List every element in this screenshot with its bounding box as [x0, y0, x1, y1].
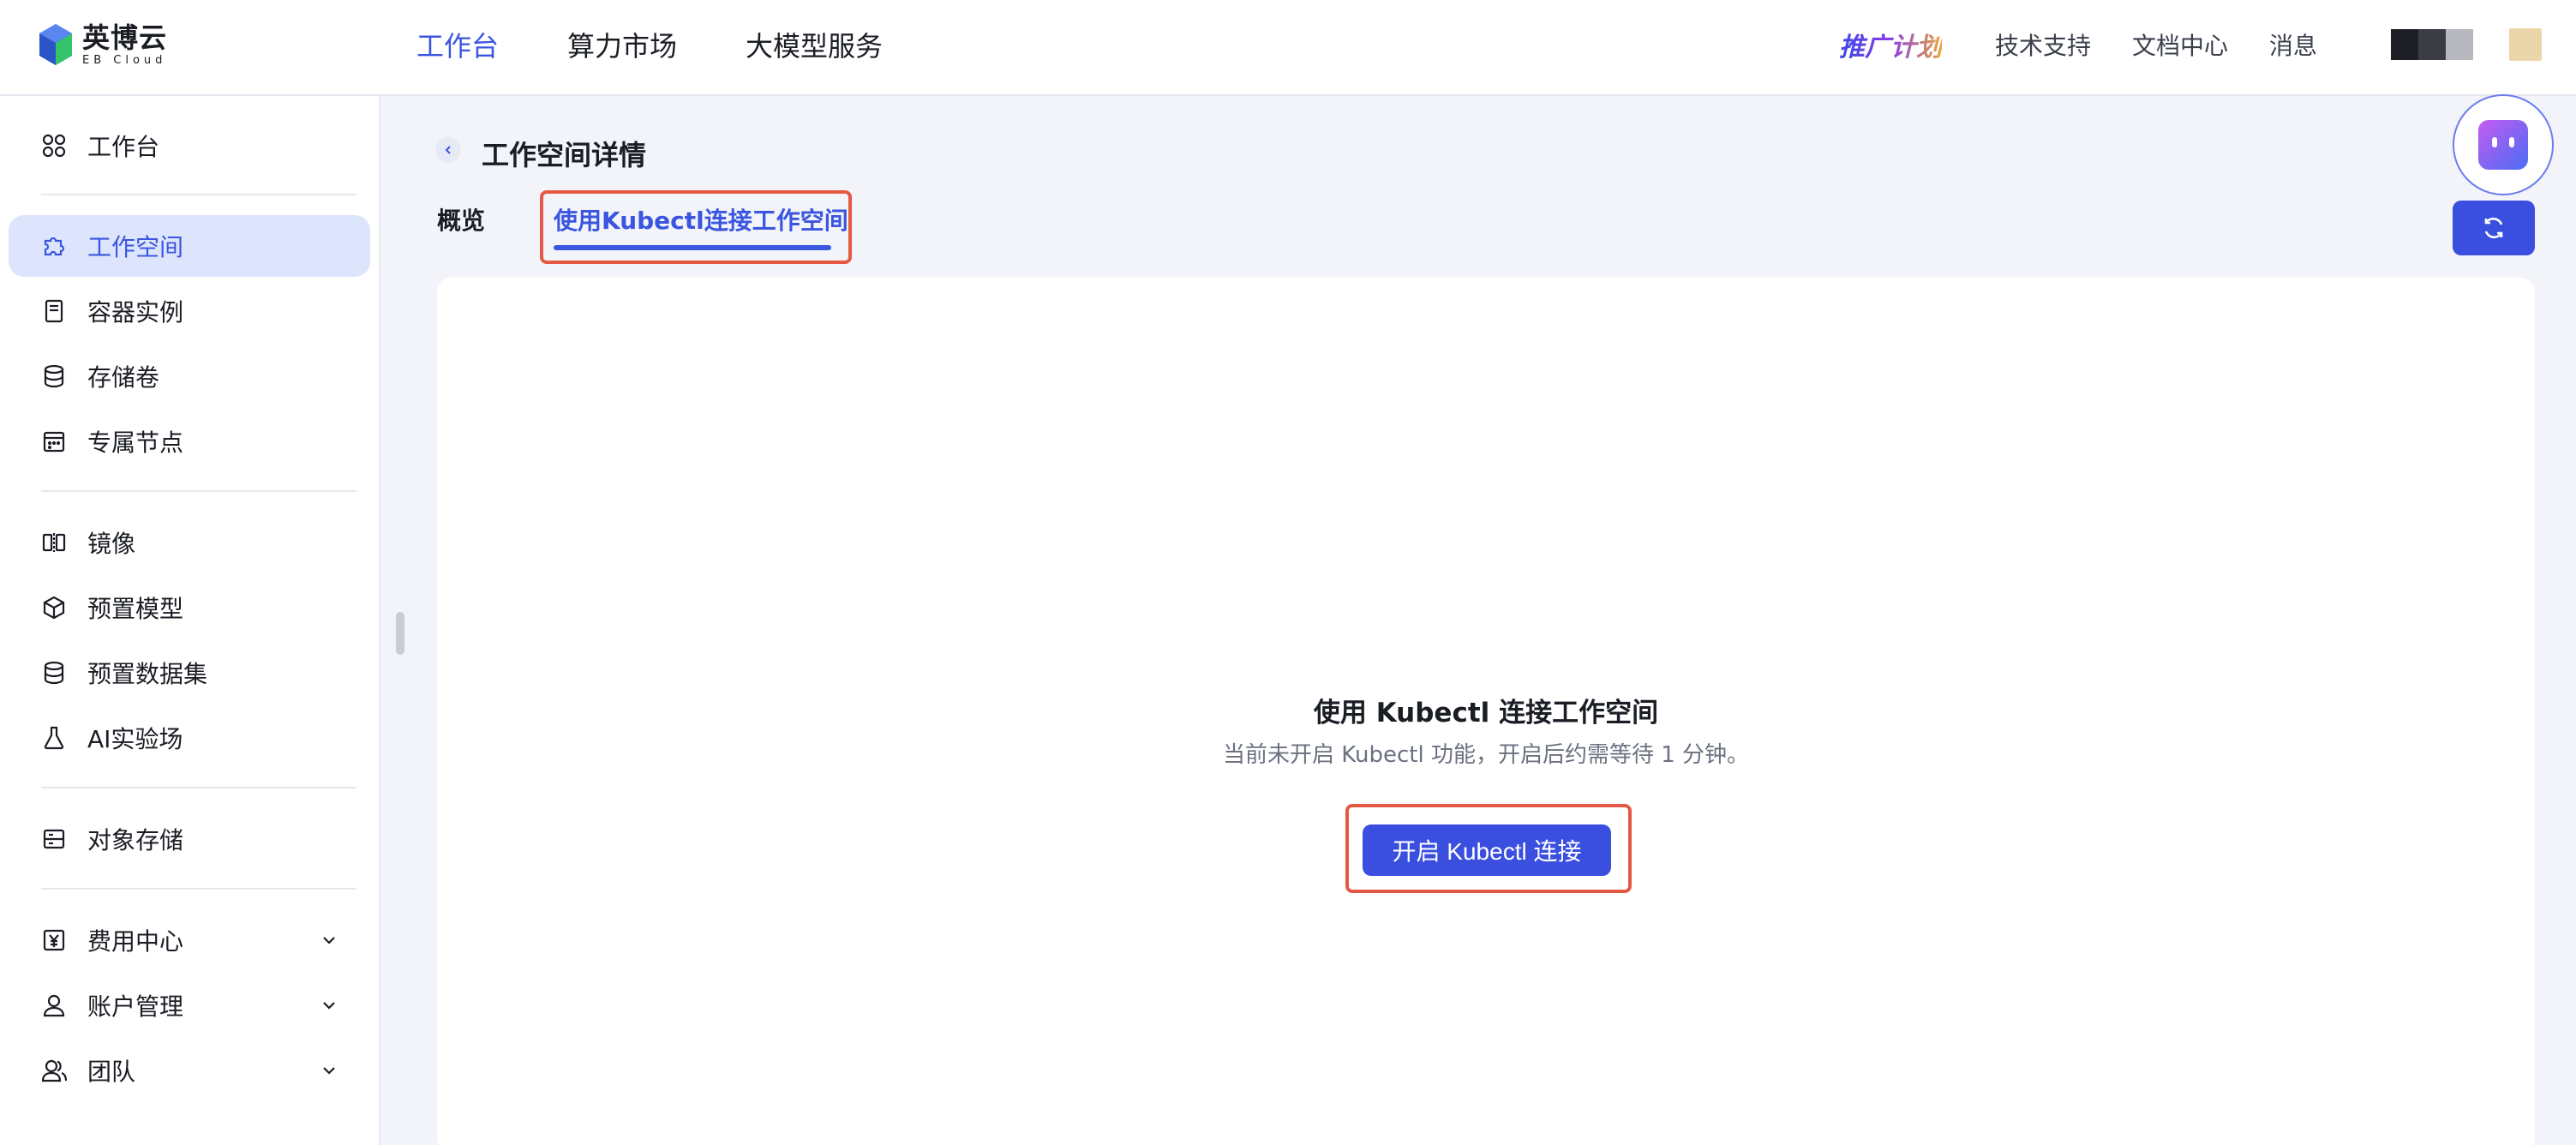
sidebar-item-label: 预置模型: [87, 595, 184, 623]
sidebar-item-label: 工作台: [87, 133, 160, 161]
sidebar-item-label: 账户管理: [87, 992, 184, 1021]
sidebar-item-team[interactable]: 团队: [9, 1040, 370, 1101]
brand-logo[interactable]: 英博云 EB Cloud: [38, 21, 167, 69]
sidebar-item-container-instance[interactable]: 容器实例: [9, 280, 370, 342]
docs-center-link[interactable]: 文档中心: [2132, 27, 2228, 62]
storage-card-icon: [41, 826, 67, 852]
container-icon: [41, 298, 67, 324]
chevron-left-icon: [445, 146, 451, 154]
brand-name-cn: 英博云: [82, 21, 168, 54]
avatar[interactable]: [2509, 28, 2542, 61]
sidebar-resize-handle[interactable]: [396, 612, 404, 655]
team-icon: [41, 1058, 67, 1083]
logo-mark-icon: [39, 24, 72, 65]
chevron-down-icon: [323, 937, 335, 944]
sidebar-divider: [41, 490, 356, 492]
database-icon: [41, 363, 67, 389]
database-icon: [41, 660, 67, 686]
mirror-icon: [41, 530, 67, 555]
top-nav: 工作台 算力市场 大模型服务: [416, 0, 951, 89]
topnav-llm-service[interactable]: 大模型服务: [746, 25, 883, 64]
empty-state-description: 当前未开启 Kubectl 功能，开启后约需等待 1 分钟。: [1222, 742, 1750, 768]
user-icon: [41, 992, 67, 1018]
tab-overview[interactable]: 概览: [437, 202, 485, 237]
refresh-button[interactable]: [2453, 201, 2535, 255]
sidebar-item-label: 存储卷: [87, 363, 160, 392]
sidebar-item-image[interactable]: 镜像: [9, 512, 370, 573]
sidebar-item-preset-model[interactable]: 预置模型: [9, 577, 370, 638]
puzzle-icon: [41, 233, 67, 259]
sidebar-item-account-management[interactable]: 账户管理: [9, 974, 370, 1036]
topnav-compute-market[interactable]: 算力市场: [567, 25, 677, 64]
sidebar-divider: [41, 787, 356, 788]
refresh-icon: [2484, 217, 2503, 239]
sidebar-item-label: 预置数据集: [87, 660, 208, 688]
tech-support-link[interactable]: 技术支持: [1995, 27, 2091, 62]
sidebar-item-storage-volume[interactable]: 存储卷: [9, 345, 370, 407]
empty-state-title: 使用 Kubectl 连接工作空间: [1313, 698, 1659, 728]
sidebar-item-workbench[interactable]: 工作台: [9, 115, 370, 177]
user-name-redacted[interactable]: [2391, 29, 2473, 60]
promo-link[interactable]: 推广计划: [1839, 26, 1942, 63]
chevron-down-icon: [323, 1002, 335, 1010]
tab-highlight-annotation: [540, 190, 852, 264]
cube-icon: [41, 595, 67, 620]
sidebar-item-workspace[interactable]: 工作空间: [9, 215, 370, 277]
sidebar-item-label: 对象存储: [87, 826, 184, 854]
brand-name-en: EB Cloud: [82, 53, 167, 67]
page-title: 工作空间详情: [482, 139, 647, 171]
top-right-actions: 推广计划 技术支持 文档中心 消息: [1839, 0, 2542, 89]
messages-link[interactable]: 消息: [2269, 27, 2317, 62]
back-button[interactable]: [435, 137, 461, 163]
sidebar-item-billing-center[interactable]: 费用中心: [9, 909, 370, 971]
dashboard-icon: [41, 133, 67, 159]
sidebar-item-label: 镜像: [87, 530, 136, 558]
sidebar-divider: [41, 888, 356, 890]
ai-assistant-button[interactable]: [2453, 94, 2554, 195]
sidebar-divider: [41, 194, 356, 195]
yen-icon: [41, 927, 67, 953]
sidebar-item-label: 团队: [87, 1058, 136, 1086]
sidebar-item-object-storage[interactable]: 对象存储: [9, 808, 370, 870]
sidebar: 工作台 工作空间 容器实例 存储卷 专属节点 镜像 预置模型 预置数据集 AI实…: [0, 96, 380, 1145]
sidebar-item-label: 专属节点: [87, 429, 184, 457]
sidebar-item-dedicated-node[interactable]: 专属节点: [9, 411, 370, 472]
chevron-down-icon: [323, 1067, 335, 1075]
sidebar-item-label: 工作空间: [87, 233, 184, 261]
top-bar: 英博云 EB Cloud 工作台 算力市场 大模型服务 推广计划 技术支持 文档…: [0, 0, 2576, 96]
sidebar-item-label: 费用中心: [87, 927, 184, 956]
button-highlight-annotation: [1345, 804, 1632, 893]
sidebar-item-label: 容器实例: [87, 298, 184, 327]
topnav-workbench[interactable]: 工作台: [416, 25, 499, 64]
calendar-grid-icon: [41, 429, 67, 454]
robot-icon: [2478, 120, 2528, 170]
